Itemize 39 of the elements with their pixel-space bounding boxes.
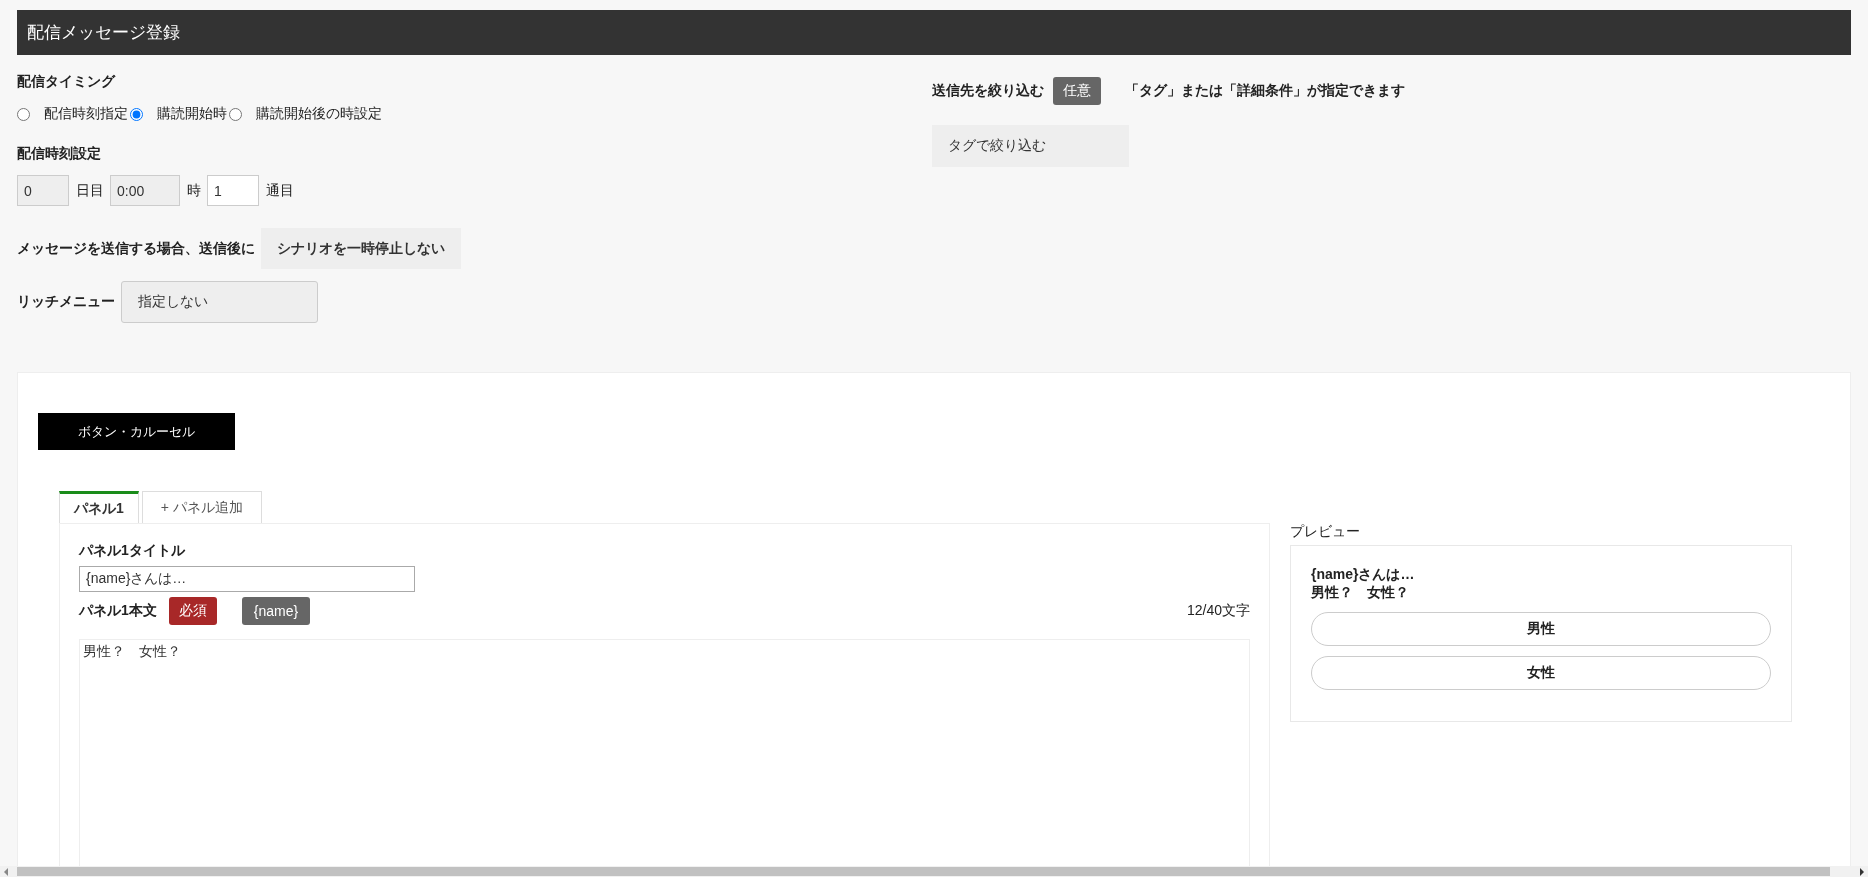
unit-label: 通目 [266,181,294,200]
preview-option-button[interactable]: 女性 [1311,656,1771,690]
unit-label: 日目 [76,181,104,200]
message-type-button[interactable]: ボタン・カルーセル [38,413,235,450]
optional-badge: 任意 [1053,77,1101,105]
preview-option-button[interactable]: 男性 [1311,612,1771,646]
radio-label: 購読開始時 [157,105,227,123]
preview-text: 男性？ 女性？ [1311,584,1410,602]
section-label: 配信時刻設定 [17,145,101,163]
hint-text: 「タグ」または「詳細条件」が指定できます [1125,82,1405,100]
page-title: 配信メッセージ登録 [27,22,180,44]
preview-title: {name}さんは… [1311,566,1416,584]
tab[interactable]: + パネル追加 [141,491,262,523]
radio-button[interactable] [17,107,30,121]
required-badge: 必須 [168,597,217,625]
horizontal-scrollbar[interactable] [0,866,1868,877]
dropdown[interactable]: シナリオを一時停止しない [261,228,461,269]
insert-name-button[interactable]: {name} [241,597,311,625]
scroll-right-icon [1860,868,1864,876]
field-label: パネル1タイトル [79,542,185,560]
radio-label: 配信時刻指定 [44,105,128,123]
field-label: リッチメニュー [17,293,115,311]
radio-label: 購読開始後の時設定 [256,105,382,123]
radio-button[interactable] [229,107,242,121]
character-counter: 12/40文字 [1186,602,1250,620]
input-field[interactable]: {name}さんは… [79,566,415,592]
field-label: 送信先を絞り込む [932,82,1044,100]
preview-label: プレビュー [1290,523,1361,541]
input-field[interactable]: 1 [207,175,259,206]
unit-label: 時 [187,181,201,200]
scrollbar-thumb[interactable] [17,867,1830,876]
radio-button[interactable] [130,107,143,121]
dropdown[interactable]: 指定しない [121,281,318,323]
tag-filter-button[interactable]: タグで絞り込む [932,125,1129,167]
tab[interactable]: パネル1 [59,491,139,523]
field-label: パネル1本文 [79,602,157,620]
scroll-left-icon [4,868,8,876]
section-label: 配信タイミング [17,73,115,91]
field-label: メッセージを送信する場合、送信後に [17,239,255,258]
